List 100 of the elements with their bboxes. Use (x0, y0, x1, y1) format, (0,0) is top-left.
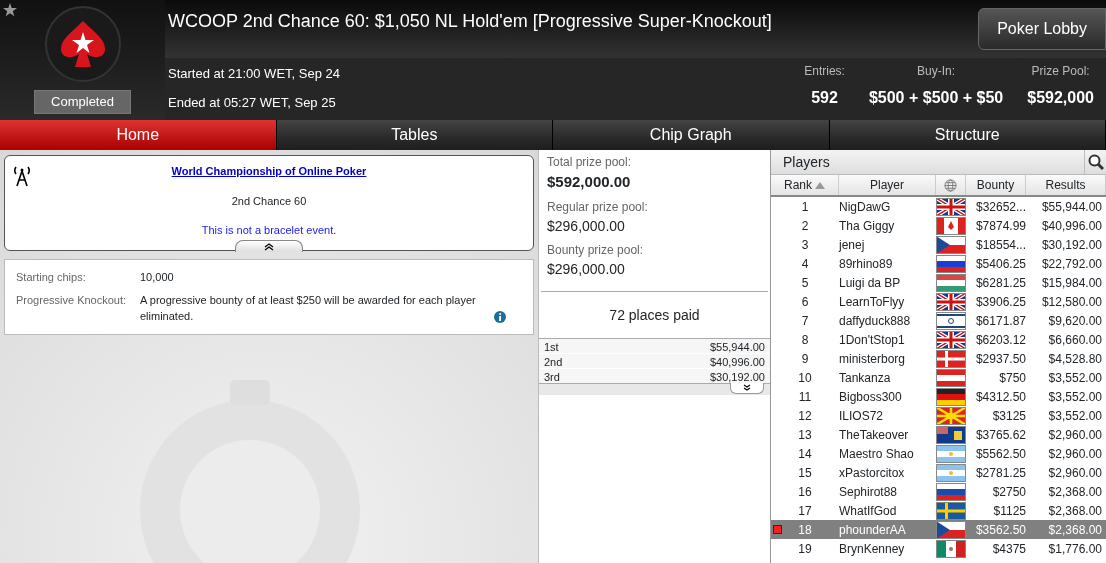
player-row[interactable]: 14 Maestro Shao $5562.50 $2,960.00 (771, 444, 1106, 463)
rank: 13 (798, 427, 812, 442)
flag-icon (936, 216, 966, 235)
event-name: 2nd Chance 60 (231, 193, 307, 209)
result: $3,552.00 (1047, 388, 1103, 406)
player-name: 89rhino89 (839, 255, 894, 273)
player-row[interactable]: 7 daffyduck888 $6171.87 $9,620.00 (771, 311, 1106, 330)
rank: 15 (798, 465, 812, 480)
result: $2,960.00 (1047, 464, 1103, 482)
flag-icon (936, 406, 966, 425)
search-button[interactable] (1084, 150, 1106, 174)
championship-link[interactable]: World Championship of Online Poker (171, 163, 367, 180)
player-name: ministerborg (839, 350, 907, 368)
player-row[interactable]: 3 jenej $18554... $30,192.00 (771, 235, 1106, 254)
bracelet-note: This is not a bracelet event. (201, 223, 337, 238)
bounty: $5406.25 (974, 255, 1026, 273)
rank: 3 (801, 237, 809, 252)
column-header[interactable]: Results (1026, 175, 1106, 195)
places-paid: 72 places paid (608, 305, 701, 325)
player-row[interactable]: 15 xPastorcitox $2781.25 $2,960.00 (771, 463, 1106, 482)
double-chevron-down-icon (742, 384, 752, 391)
column-header[interactable]: Player (839, 175, 936, 195)
bounty: $18554... (974, 236, 1026, 254)
tournament-title: WCOOP 2nd Chance 60: $1,050 NL Hold'em [Progressive Super-Knockout] (168, 10, 772, 33)
player-name: TheTakeover (839, 426, 910, 444)
rank: 14 (798, 446, 812, 461)
stat-value: $500 + $500 + $50 (868, 88, 1004, 108)
player-row[interactable]: 17 WhatIfGod $1125 $2,368.00 (771, 501, 1106, 520)
rank: 19 (798, 541, 812, 556)
player-name: Maestro Shao (839, 445, 915, 463)
result: $9,620.00 (1047, 312, 1103, 330)
bounty: $4375 (991, 540, 1026, 558)
rank: 7 (801, 313, 809, 328)
tab[interactable]: Home (0, 120, 277, 150)
flag-icon (936, 482, 966, 501)
bounty: $3125 (991, 407, 1026, 425)
tab[interactable]: Tables (276, 120, 553, 150)
stat-label: Entries: (804, 63, 845, 80)
player-row[interactable]: 13 TheTakeover $3765.62 $2,960.00 (771, 425, 1106, 444)
collapse-button[interactable] (235, 240, 303, 252)
rank: 1 (801, 199, 809, 214)
player-name: Sephirot88 (839, 483, 899, 501)
stat-label: Prize Pool: (1031, 63, 1090, 80)
result: $12,580.00 (1040, 293, 1103, 311)
rank: 5 (801, 275, 809, 290)
end-time: Ended at 05:27 WET, Sep 25 (168, 93, 337, 112)
poker-lobby-button[interactable]: Poker Lobby (978, 8, 1106, 50)
player-row[interactable]: 10 Tankanza $750 $3,552.00 (771, 368, 1106, 387)
player-row[interactable]: 4 89rhino89 $5406.25 $22,792.00 (771, 254, 1106, 273)
player-name: jenej (839, 236, 866, 254)
pool-label: Regular prize pool: (547, 198, 649, 216)
payout-amount: $55,944.00 (709, 339, 765, 353)
expand-button[interactable] (730, 382, 764, 394)
payout-amount: $40,996.00 (709, 354, 765, 368)
flag-icon (936, 235, 966, 254)
flag-icon (936, 254, 966, 273)
player-name: Tankanza (839, 369, 892, 387)
player-row[interactable]: 9 ministerborg $2937.50 $4,528.80 (771, 349, 1106, 368)
flag-icon (936, 463, 966, 482)
stat-value: 592 (811, 88, 838, 108)
detail-value: A progressive bounty of at least $250 will be awarded for each player eliminated. (140, 292, 477, 324)
rank: 17 (798, 503, 812, 518)
player-row[interactable]: 12 ILIOS72 $3125 $3,552.00 (771, 406, 1106, 425)
rank: 4 (801, 256, 809, 271)
flag-icon (936, 311, 966, 330)
pool-amount: $296,000.00 (547, 259, 626, 279)
player-name: Luigi da BP (839, 274, 902, 292)
player-name: 1Don'tStop1 (839, 331, 906, 349)
player-name: NigDawG (839, 198, 892, 216)
payout-place: 3rd (544, 369, 560, 383)
rank: 9 (801, 351, 809, 366)
payout-place: 2nd (544, 354, 563, 368)
player-name: phounderAA (839, 521, 907, 539)
column-header[interactable]: Rank (771, 175, 839, 195)
tab[interactable]: Structure (829, 120, 1106, 150)
pool-amount: $296,000.00 (547, 216, 626, 236)
info-icon[interactable] (494, 310, 506, 323)
player-row[interactable]: 16 Sephirot88 $2750 $2,368.00 (771, 482, 1106, 501)
pool-amount: $592,000.00 (547, 172, 632, 192)
player-row[interactable]: 19 BrynKenney $4375 $1,776.00 (771, 539, 1106, 558)
player-row[interactable]: 18 phounderAA $3562.50 $2,368.00 (771, 520, 1106, 539)
bounty: $2937.50 (974, 350, 1026, 368)
rank: 16 (798, 484, 812, 499)
player-row[interactable]: 5 Luigi da BP $6281.25 $15,984.00 (771, 273, 1106, 292)
selection-marker (773, 524, 782, 534)
player-row[interactable]: 2 Tha Giggy $7874.99 $40,996.00 (771, 216, 1106, 235)
stat-label: Buy-In: (917, 63, 956, 80)
result: $1,776.00 (1047, 540, 1103, 558)
tab[interactable]: Chip Graph (553, 120, 830, 150)
player-row[interactable]: 11 Bigboss300 $4312.50 $3,552.00 (771, 387, 1106, 406)
player-name: Tha Giggy (839, 217, 896, 235)
sort-ascending-icon (815, 181, 825, 189)
rank: 11 (798, 389, 812, 404)
player-name: WhatIfGod (839, 502, 898, 520)
result: $3,552.00 (1047, 407, 1103, 425)
player-name: LearnToFlyy (839, 293, 906, 311)
bounty: $5562.50 (974, 445, 1026, 463)
column-header[interactable]: Bounty (966, 175, 1026, 195)
flag-icon (936, 539, 966, 558)
result: $2,960.00 (1047, 445, 1103, 463)
